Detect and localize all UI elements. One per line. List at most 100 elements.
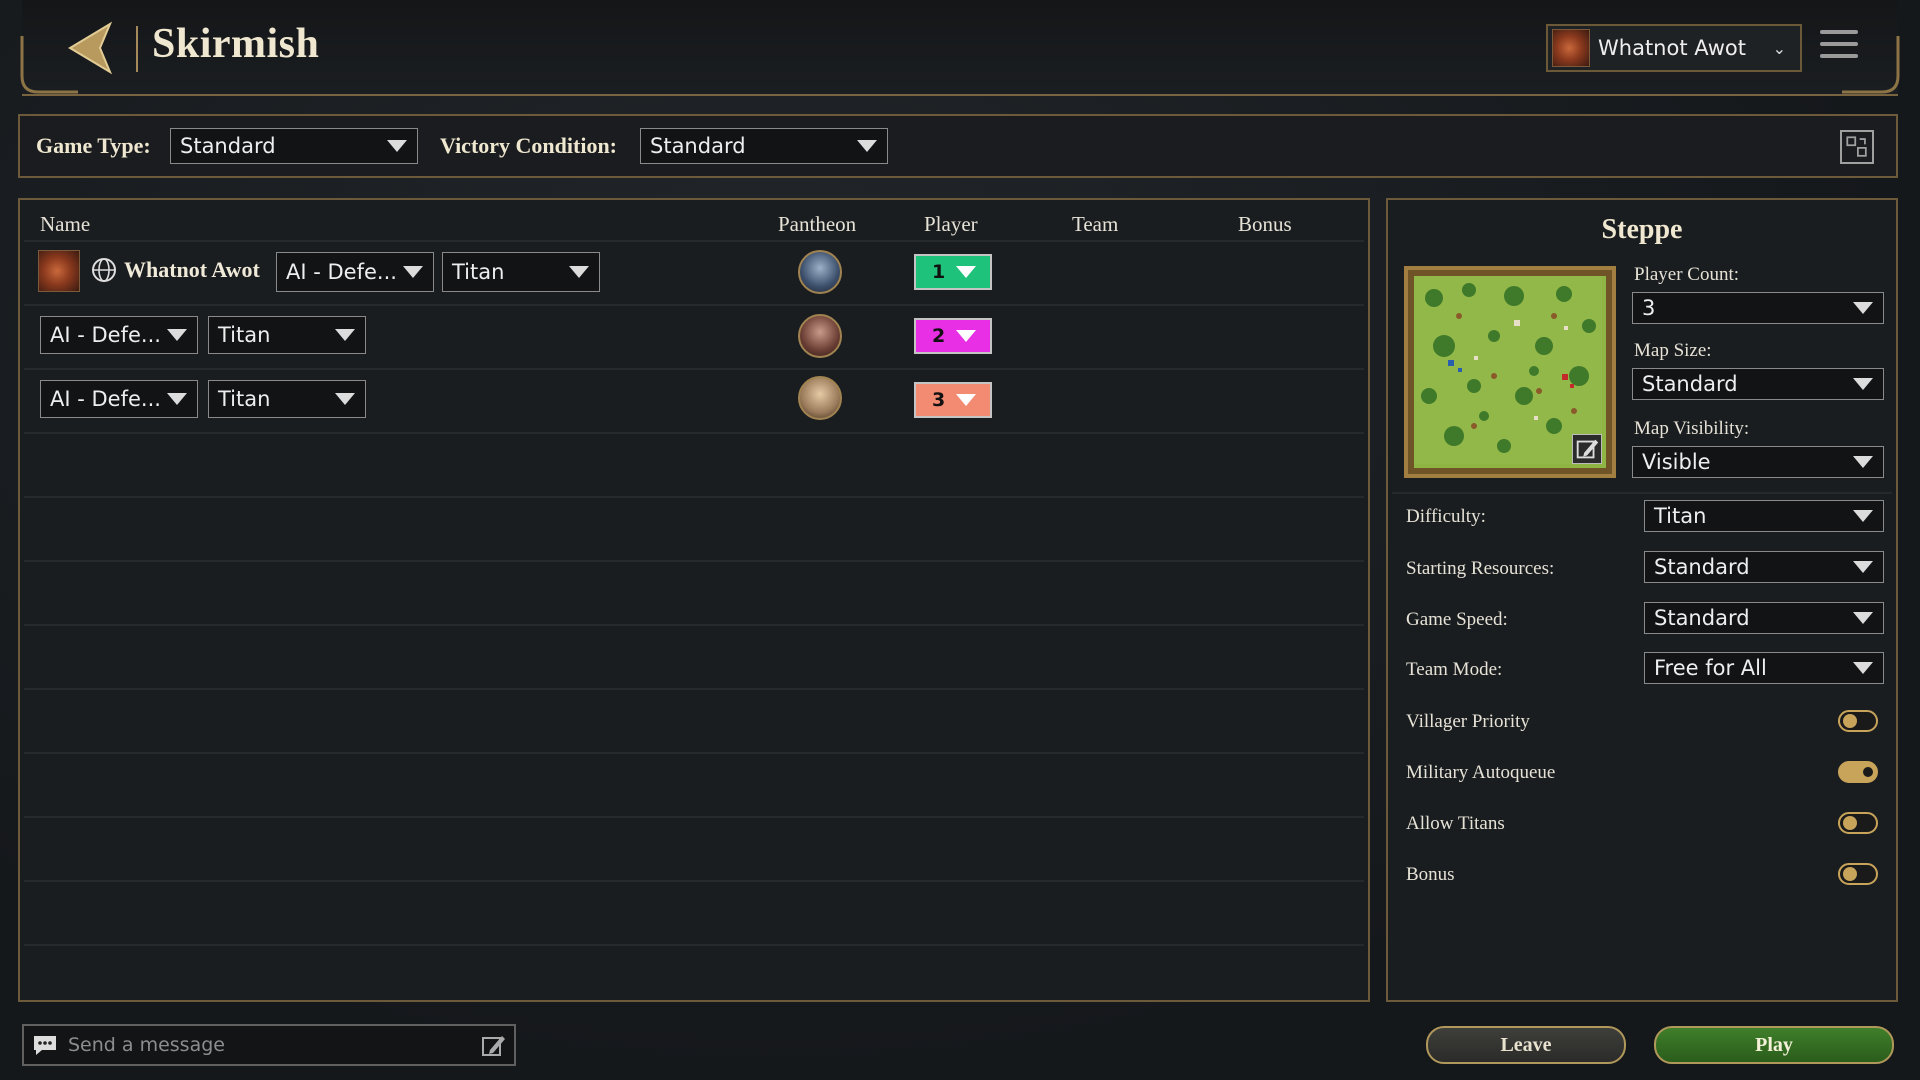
edit-map-icon[interactable]: [1572, 434, 1602, 464]
map-size-dropdown[interactable]: Standard: [1632, 368, 1884, 400]
map-thumbnail: [1414, 276, 1606, 468]
dropdown-arrow-icon: [956, 330, 976, 342]
game-speed-value: Standard: [1654, 606, 1750, 630]
team-mode-label: Team Mode:: [1406, 659, 1503, 680]
difficulty-dropdown[interactable]: Titan: [208, 316, 366, 354]
dropdown-arrow-icon: [857, 140, 877, 152]
player-name: Whatnot Awot: [124, 257, 260, 282]
allow-titans-toggle[interactable]: [1838, 812, 1878, 834]
chat-input[interactable]: [68, 1034, 468, 1056]
victory-condition-dropdown[interactable]: Standard: [640, 128, 888, 164]
map-name: Steppe: [1601, 214, 1683, 245]
pantheon-icon[interactable]: [798, 250, 842, 294]
player-color-dropdown[interactable]: 1: [914, 254, 992, 290]
column-header-bonus: Bonus: [1238, 212, 1292, 236]
dropdown-arrow-icon: [167, 329, 187, 341]
map-visibility-dropdown[interactable]: Visible: [1632, 446, 1884, 478]
dropdown-arrow-icon: [167, 393, 187, 405]
map-size-label: Map Size:: [1634, 340, 1712, 361]
avatar: [1552, 29, 1590, 67]
difficulty-value: Titan: [218, 323, 271, 347]
ai-personality-dropdown[interactable]: AI - Defe...: [276, 252, 434, 292]
globe-icon: [92, 258, 116, 282]
column-header-team: Team: [1072, 212, 1119, 236]
team-mode-dropdown[interactable]: Free for All: [1644, 652, 1884, 684]
hamburger-menu-icon[interactable]: [1820, 30, 1858, 62]
player-color-dropdown[interactable]: 3: [914, 382, 992, 418]
victory-condition-value: Standard: [650, 134, 746, 158]
header-bar: Skirmish Whatnot Awot ⌄: [20, 0, 1900, 96]
dropdown-arrow-icon: [1853, 662, 1873, 674]
column-header-pantheon: Pantheon: [778, 212, 857, 236]
settings-difficulty-dropdown[interactable]: Titan: [1644, 500, 1884, 532]
header-divider: [136, 26, 138, 72]
starting-resources-value: Standard: [1654, 555, 1750, 579]
game-type-value: Standard: [180, 134, 276, 158]
difficulty-dropdown[interactable]: Titan: [442, 252, 600, 292]
villager-priority-toggle[interactable]: [1838, 710, 1878, 732]
difficulty-dropdown[interactable]: Titan: [208, 380, 366, 418]
dropdown-arrow-icon: [1853, 456, 1873, 468]
filter-bar: Game Type: Standard Victory Condition: S…: [18, 114, 1898, 178]
player-count-dropdown[interactable]: 3: [1632, 292, 1884, 324]
difficulty-value: Titan: [218, 387, 271, 411]
starting-resources-dropdown[interactable]: Standard: [1644, 551, 1884, 583]
game-speed-label: Game Speed:: [1406, 609, 1508, 630]
game-type-label: Game Type:: [36, 133, 151, 158]
edit-icon[interactable]: [480, 1032, 506, 1058]
dropdown-arrow-icon: [1853, 561, 1873, 573]
dropdown-arrow-icon: [335, 393, 355, 405]
dropdown-arrow-icon: [569, 266, 589, 278]
settings-difficulty-value: Titan: [1654, 504, 1707, 528]
avatar: [38, 250, 80, 292]
player-count-label: Player Count:: [1634, 264, 1740, 285]
game-speed-dropdown[interactable]: Standard: [1644, 602, 1884, 634]
chat-bubble-icon: [34, 1036, 56, 1055]
profile-name: Whatnot Awot: [1598, 36, 1747, 60]
bonus-toggle[interactable]: [1838, 863, 1878, 885]
map-preview[interactable]: [1404, 266, 1616, 478]
ai-personality-dropdown[interactable]: AI - Defe...: [40, 316, 198, 354]
ai-personality-value: AI - Defe...: [50, 387, 161, 411]
dropdown-arrow-icon: [956, 394, 976, 406]
difficulty-label: Difficulty:: [1406, 506, 1486, 527]
dropdown-arrow-icon: [1853, 510, 1873, 522]
chat-box: [22, 1024, 516, 1066]
pantheon-icon[interactable]: [798, 314, 842, 358]
player-color-dropdown[interactable]: 2: [914, 318, 992, 354]
dropdown-arrow-icon: [1853, 612, 1873, 624]
page-title: Skirmish: [152, 21, 320, 67]
expand-icon[interactable]: [1840, 130, 1874, 164]
chevron-down-icon: ⌄: [1772, 38, 1786, 58]
map-visibility-value: Visible: [1642, 450, 1711, 474]
player-number: 3: [932, 389, 946, 411]
column-header-name: Name: [40, 212, 91, 236]
pantheon-icon[interactable]: [798, 376, 842, 420]
dropdown-arrow-icon: [1853, 302, 1873, 314]
ai-personality-value: AI - Defe...: [286, 260, 397, 284]
allow-titans-label: Allow Titans: [1406, 813, 1505, 834]
difficulty-value: Titan: [452, 260, 505, 284]
ai-personality-dropdown[interactable]: AI - Defe...: [40, 380, 198, 418]
bonus-label: Bonus: [1406, 864, 1455, 885]
victory-condition-label: Victory Condition:: [440, 133, 618, 158]
play-button[interactable]: Play: [1654, 1026, 1894, 1064]
players-panel: Name Pantheon Player Team Bonus Whatnot …: [18, 198, 1370, 1002]
dropdown-arrow-icon: [335, 329, 355, 341]
map-visibility-label: Map Visibility:: [1634, 418, 1750, 439]
leave-button[interactable]: Leave: [1426, 1026, 1626, 1064]
player-number: 2: [932, 325, 946, 347]
dropdown-arrow-icon: [1853, 378, 1873, 390]
ai-personality-value: AI - Defe...: [50, 323, 161, 347]
player-number: 1: [932, 261, 946, 283]
back-arrow-icon[interactable]: [48, 20, 128, 76]
military-autoqueue-toggle[interactable]: [1838, 761, 1878, 783]
dropdown-arrow-icon: [387, 140, 407, 152]
map-size-value: Standard: [1642, 372, 1738, 396]
game-settings-panel: Steppe Player Count: 3 Map Size: Standar…: [1386, 198, 1898, 1002]
profile-dropdown[interactable]: Whatnot Awot ⌄: [1546, 24, 1802, 72]
game-type-dropdown[interactable]: Standard: [170, 128, 418, 164]
team-mode-value: Free for All: [1654, 656, 1767, 680]
dropdown-arrow-icon: [403, 266, 423, 278]
column-header-player: Player: [924, 212, 978, 236]
